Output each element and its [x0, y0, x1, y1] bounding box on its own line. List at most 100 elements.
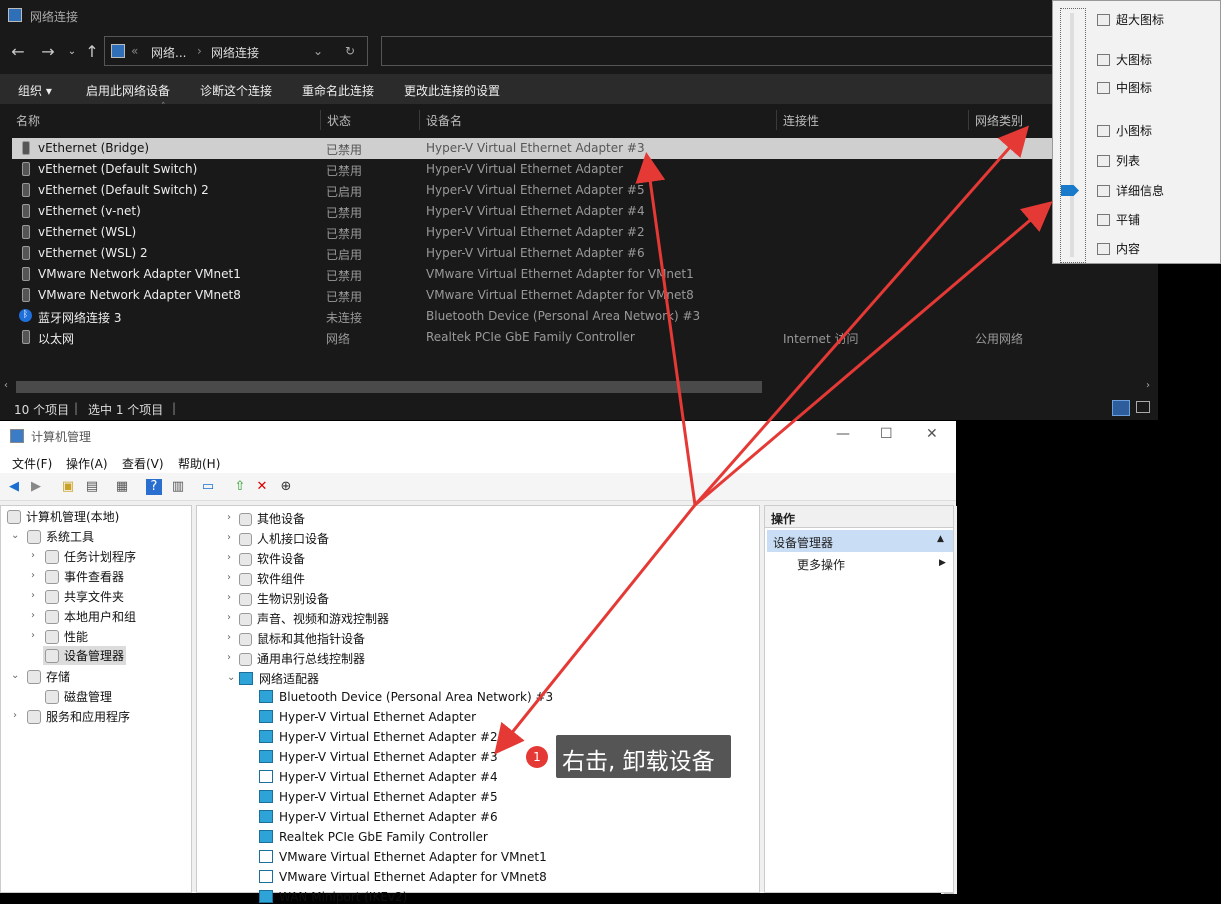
tree-item-task-scheduler[interactable]: 任务计划程序: [45, 548, 136, 565]
device-category[interactable]: 生物识别设备: [239, 590, 329, 607]
tree-root[interactable]: 计算机管理(本地): [7, 508, 119, 525]
details-view-icon[interactable]: [1112, 400, 1130, 416]
tree-item-storage[interactable]: 存储: [27, 668, 70, 685]
tree-item-local-users[interactable]: 本地用户和组: [45, 608, 136, 625]
more-actions[interactable]: 更多操作: [797, 556, 845, 573]
connection-row[interactable]: ᛒ 蓝牙网络连接 3 未连接 Bluetooth Device (Personal A…: [12, 306, 1052, 327]
connection-row[interactable]: vEthernet (Default Switch) 2 已启用 Hyper-V V…: [12, 180, 1052, 201]
change-settings-button[interactable]: 更改此连接的设置: [404, 82, 500, 99]
menu-item-list[interactable]: 列表: [1097, 152, 1140, 169]
expand-icon[interactable]: ›: [227, 572, 231, 583]
scan-hardware-icon[interactable]: ▭: [200, 479, 216, 495]
connection-row[interactable]: 以太网 网络 Realtek PCIe GbE Family Controller I…: [12, 327, 1052, 348]
menu-item-extra-large[interactable]: 超大图标: [1097, 11, 1164, 28]
properties-icon[interactable]: ▦: [114, 479, 130, 495]
connection-row[interactable]: vEthernet (WSL) 已禁用 Hyper-V Virtual Ethern…: [12, 222, 1052, 243]
dropdown-icon[interactable]: ⌄: [313, 44, 323, 58]
network-adapter-item[interactable]: Hyper-V Virtual Ethernet Adapter #4: [259, 770, 498, 784]
category-network-adapters[interactable]: 网络适配器: [239, 670, 319, 687]
device-category[interactable]: 软件设备: [239, 550, 305, 567]
forward-icon[interactable]: →: [38, 42, 58, 61]
connection-row[interactable]: vEthernet (Default Switch) 已禁用 Hyper-V Vir…: [12, 159, 1052, 180]
update-driver-icon[interactable]: ⇧: [232, 479, 248, 495]
device-category[interactable]: 人机接口设备: [239, 530, 329, 547]
scroll-left-icon[interactable]: ‹: [4, 380, 8, 391]
up-icon[interactable]: ↑: [82, 42, 102, 61]
network-adapter-item[interactable]: Bluetooth Device (Personal Area Network)…: [259, 690, 553, 704]
back-icon[interactable]: ←: [8, 42, 28, 61]
back-icon[interactable]: ◀: [6, 479, 22, 495]
network-adapter-item[interactable]: VMware Virtual Ethernet Adapter for VMne…: [259, 850, 547, 864]
network-adapter-item[interactable]: Realtek PCIe GbE Family Controller: [259, 830, 488, 844]
network-adapter-item[interactable]: VMware Virtual Ethernet Adapter for VMne…: [259, 870, 547, 884]
horizontal-scrollbar[interactable]: ‹ ›: [0, 380, 1158, 394]
collapse-icon[interactable]: ⌄: [227, 672, 235, 683]
tree-item-disk-management[interactable]: 磁盘管理: [45, 688, 112, 705]
disable-device-icon[interactable]: ⊕: [278, 479, 294, 495]
organize-button[interactable]: 组织 ▾: [18, 82, 52, 99]
connection-row[interactable]: VMware Network Adapter VMnet1 已禁用 VMware V…: [12, 264, 1052, 285]
tree-item-system-tools[interactable]: 系统工具: [27, 528, 94, 545]
help-icon[interactable]: ?: [146, 479, 162, 495]
menu-item-details[interactable]: 详细信息: [1097, 182, 1164, 199]
column-status[interactable]: 状态: [327, 112, 351, 129]
scroll-right-icon[interactable]: ›: [1146, 380, 1150, 391]
expand-icon[interactable]: ›: [227, 632, 231, 643]
breadcrumb-connections[interactable]: 网络连接: [211, 44, 259, 61]
search-input[interactable]: [381, 36, 1061, 66]
tree-item-event-viewer[interactable]: 事件查看器: [45, 568, 124, 585]
close-icon[interactable]: ✕: [926, 426, 938, 442]
menu-item-small[interactable]: 小图标: [1097, 122, 1152, 139]
network-adapter-item[interactable]: Hyper-V Virtual Ethernet Adapter #2: [259, 730, 498, 744]
uninstall-icon[interactable]: ✕: [254, 479, 270, 495]
network-adapter-item[interactable]: WAN Miniport (IKEv2): [259, 890, 407, 904]
expand-icon[interactable]: ›: [227, 512, 231, 523]
device-category[interactable]: 软件组件: [239, 570, 305, 587]
breadcrumb-network[interactable]: 网络...: [151, 44, 186, 61]
connection-row[interactable]: vEthernet (Bridge) 已禁用 Hyper-V Virtual Eth…: [12, 138, 1052, 159]
menu-item-tiles[interactable]: 平铺: [1097, 211, 1140, 228]
connection-row[interactable]: VMware Network Adapter VMnet8 已禁用 VMware V…: [12, 285, 1052, 306]
chevron-down-icon[interactable]: ⌄: [62, 46, 82, 57]
column-name[interactable]: 名称: [16, 112, 40, 129]
minimize-icon[interactable]: —: [836, 426, 850, 442]
network-adapter-item[interactable]: Hyper-V Virtual Ethernet Adapter #5: [259, 790, 498, 804]
expand-icon[interactable]: ›: [227, 552, 231, 563]
column-connectivity[interactable]: 连接性: [783, 112, 819, 129]
network-adapter-item[interactable]: Hyper-V Virtual Ethernet Adapter #3: [259, 750, 498, 764]
menu-action[interactable]: 操作(A): [66, 455, 108, 472]
rename-button[interactable]: 重命名此连接: [302, 82, 374, 99]
menu-item-content[interactable]: 内容: [1097, 240, 1140, 257]
device-category[interactable]: 其他设备: [239, 510, 305, 527]
show-tree-icon[interactable]: ▤: [84, 479, 100, 495]
forward-icon[interactable]: ▶: [28, 479, 44, 495]
up-folder-icon[interactable]: ▣: [60, 479, 76, 495]
menu-file[interactable]: 文件(F): [12, 455, 52, 472]
menu-item-medium[interactable]: 中图标: [1097, 79, 1152, 96]
connection-row[interactable]: vEthernet (WSL) 2 已启用 Hyper-V Virtual Ethe…: [12, 243, 1052, 264]
column-category[interactable]: 网络类别: [975, 112, 1023, 129]
expand-icon[interactable]: ›: [227, 652, 231, 663]
scroll-thumb[interactable]: [16, 381, 762, 393]
tree-item-services[interactable]: 服务和应用程序: [27, 708, 130, 725]
device-category[interactable]: 鼠标和其他指针设备: [239, 630, 365, 647]
actions-section[interactable]: 设备管理器 ▲: [767, 530, 953, 552]
collapse-arrow-icon[interactable]: ▲: [937, 534, 944, 544]
expand-icon[interactable]: ›: [227, 612, 231, 623]
large-icons-view-icon[interactable]: [1136, 401, 1150, 413]
maximize-icon[interactable]: ☐: [880, 426, 893, 442]
action-pane-icon[interactable]: ▥: [170, 479, 186, 495]
column-device[interactable]: 设备名: [426, 112, 462, 129]
enable-device-button[interactable]: 启用此网络设备: [86, 82, 170, 99]
tree-item-shared-folders[interactable]: 共享文件夹: [45, 588, 124, 605]
menu-item-large[interactable]: 大图标: [1097, 51, 1152, 68]
tree-item-performance[interactable]: 性能: [45, 628, 88, 645]
menu-view[interactable]: 查看(V): [122, 455, 164, 472]
expand-icon[interactable]: ⌄: [11, 530, 19, 541]
expand-icon[interactable]: ›: [227, 532, 231, 543]
network-adapter-item[interactable]: Hyper-V Virtual Ethernet Adapter #6: [259, 810, 498, 824]
address-bar[interactable]: « 网络... › 网络连接 ⌄ ↻: [104, 36, 368, 66]
expand-icon[interactable]: ⌄: [11, 670, 19, 681]
expand-icon[interactable]: ›: [227, 592, 231, 603]
device-category[interactable]: 通用串行总线控制器: [239, 650, 365, 667]
